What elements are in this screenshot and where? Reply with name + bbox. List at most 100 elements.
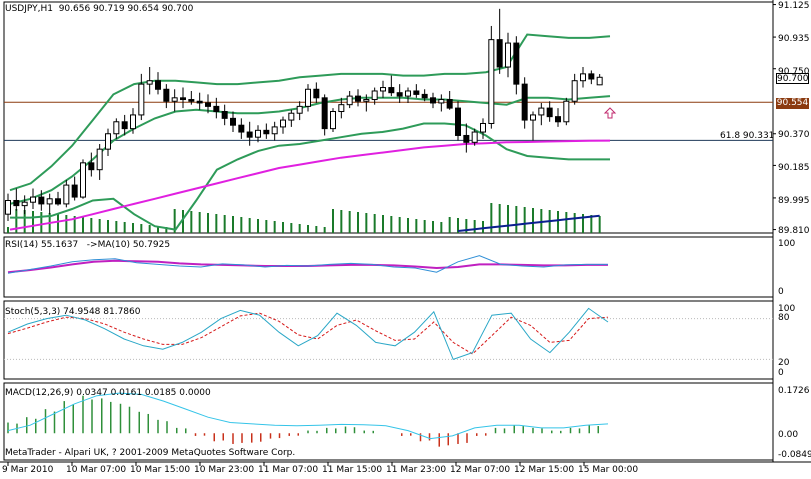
symbol-timeframe: USDJPY,H1 <box>5 4 53 14</box>
candle-body <box>230 117 236 126</box>
candle-body <box>188 99 195 102</box>
time-label: 11 Mar 07:00 <box>258 465 319 475</box>
time-label: 9 Mar 2010 <box>2 465 54 475</box>
candle-body <box>505 42 511 68</box>
price-tick: 89.810 <box>778 226 810 236</box>
candle-body <box>580 73 586 82</box>
candle-body <box>596 76 603 86</box>
candle-body <box>313 88 320 99</box>
candle-body <box>146 80 153 85</box>
price-tick: 91.125 <box>778 1 810 11</box>
candle-body <box>46 198 53 205</box>
candle-body <box>396 92 403 97</box>
candle-body <box>430 97 436 104</box>
candle-body <box>288 112 295 121</box>
candle-body <box>571 80 578 102</box>
main-title: USDJPY,H1 90.656 90.719 90.654 90.700 <box>5 4 193 15</box>
candle-body <box>21 201 28 207</box>
time-label: 10 Mar 15:00 <box>130 465 191 475</box>
candle-body <box>105 133 111 150</box>
candle-body <box>180 97 186 101</box>
candle-body <box>480 122 486 133</box>
candle-body <box>488 39 495 124</box>
candle-body <box>321 97 328 130</box>
candle-body <box>363 99 370 102</box>
candle-body <box>296 105 303 114</box>
candle-body <box>63 184 70 205</box>
candle-body <box>280 119 286 128</box>
candle-body <box>213 105 220 113</box>
rsi-title: RSI(14) 55.1637 ->MA(10) 50.7925 <box>5 240 170 251</box>
price-tick: 90.370 <box>778 130 810 140</box>
candle-body <box>138 83 145 116</box>
candle-body <box>530 114 536 121</box>
candle-body <box>30 196 36 203</box>
macd-tick: 0.1726 <box>778 386 810 396</box>
time-label: 11 Mar 15:00 <box>322 465 383 475</box>
stoch-tick: 80 <box>778 313 790 323</box>
macd-title: MACD(12,26,9) 0.0347 0.0161 0.0185 0.000… <box>5 388 211 398</box>
candle-body <box>463 134 470 143</box>
candle-body <box>471 131 478 143</box>
ohlc-low: 90.654 <box>127 4 159 14</box>
ohlc-high: 90.719 <box>93 4 125 14</box>
rsi-ma-value: ->MA(10) 50.7925 <box>86 240 171 250</box>
candle-body <box>546 107 553 118</box>
metatrader-chart-window[interactable]: USDJPY,H1 90.656 90.719 90.654 90.700 61… <box>0 0 811 479</box>
candle-body <box>246 131 253 138</box>
copyright-text: MetaTrader - Alpari UK, ? 2001-2009 Meta… <box>5 448 296 458</box>
candle-body <box>371 90 378 101</box>
candle-body <box>13 199 20 207</box>
macd-tick: -0.0849 <box>778 450 811 460</box>
time-label: 12 Mar 07:00 <box>450 465 511 475</box>
candle-body <box>346 95 353 106</box>
ohlc-open: 90.656 <box>58 4 91 14</box>
candle-body <box>513 42 520 85</box>
candle-body <box>96 148 103 171</box>
candle-body <box>80 162 86 198</box>
candle-body <box>113 121 120 135</box>
candle-body <box>5 199 11 215</box>
price-tick: 90.935 <box>778 34 810 44</box>
candle-body <box>263 129 270 135</box>
candle-body <box>496 39 503 68</box>
stoch-tick: 0 <box>778 368 784 378</box>
hline-price-tag: 90.554 <box>776 98 809 109</box>
candle-body <box>121 121 128 130</box>
candle-body <box>71 184 78 198</box>
candle-body <box>405 90 411 97</box>
candle-body <box>421 93 428 99</box>
candle-body <box>163 88 170 102</box>
rsi-tick: 0 <box>778 287 784 297</box>
candle-body <box>305 88 311 107</box>
price-tick: 89.995 <box>778 196 810 206</box>
candle-body <box>538 107 545 116</box>
candle-body <box>88 162 95 171</box>
candle-body <box>438 99 445 104</box>
candle-body <box>588 73 595 80</box>
candle-body <box>413 90 420 95</box>
candle-body <box>521 83 528 121</box>
current-price-tag: 90.700 <box>776 73 809 84</box>
candle-body <box>55 198 61 205</box>
candle-body <box>446 99 453 109</box>
macd-tick: 0.00 <box>778 430 799 440</box>
time-label: 10 Mar 23:00 <box>194 465 255 475</box>
time-label: 15 Mar 00:00 <box>578 465 639 475</box>
candle-body <box>555 116 561 123</box>
main-frame <box>3 1 774 234</box>
rsi-tick: 100 <box>778 239 796 249</box>
candle-body <box>38 196 45 205</box>
candle-body <box>221 111 228 119</box>
stoch-tick: 20 <box>778 358 790 368</box>
candle-body <box>388 87 395 94</box>
candle-body <box>563 100 570 123</box>
time-label: 11 Mar 23:00 <box>386 465 447 475</box>
candle-body <box>255 129 261 138</box>
candle-body <box>455 107 461 136</box>
candle-body <box>155 80 161 90</box>
candle-body <box>196 100 203 104</box>
candle-body <box>338 104 345 113</box>
stoch-title: Stoch(5,3,3) 74.9548 81.7860 <box>5 307 141 317</box>
candle-body <box>171 97 178 102</box>
